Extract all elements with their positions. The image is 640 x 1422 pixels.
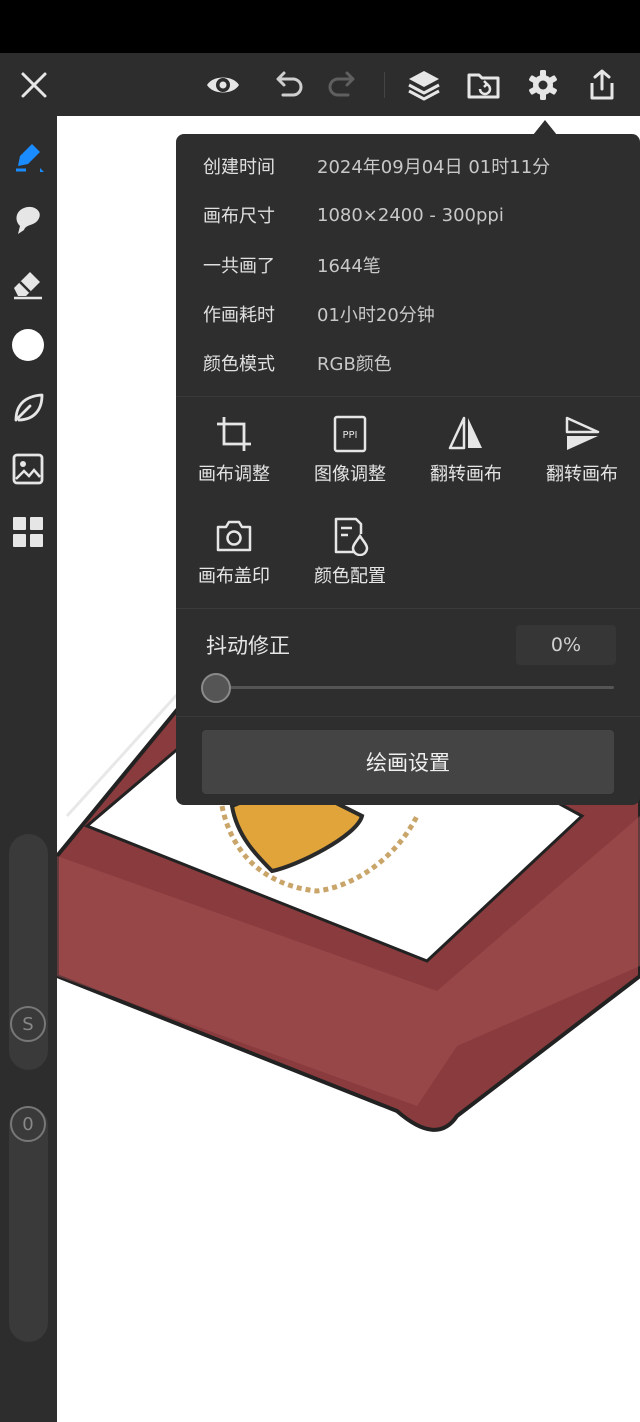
eraser-tool[interactable]	[4, 260, 52, 308]
info-value: 01小时20分钟	[317, 305, 435, 326]
opacity-knob[interactable]: 0	[10, 1106, 46, 1142]
divider	[176, 608, 640, 609]
eye-icon	[207, 77, 239, 92]
ppi-icon-text: PPI	[342, 430, 357, 441]
undo-icon	[276, 71, 303, 96]
info-row-size: 画布尺寸 1080×2400 - 300ppi	[203, 200, 504, 230]
action-label: 画布调整	[198, 464, 270, 485]
top-toolbar	[0, 53, 640, 116]
eraser-icon	[14, 272, 42, 300]
action-label: 颜色配置	[314, 566, 386, 587]
undo-button[interactable]	[263, 53, 315, 116]
image-import-tool[interactable]	[4, 445, 52, 493]
gear-icon	[529, 69, 557, 100]
info-label: 作画耗时	[203, 305, 275, 326]
redo-button[interactable]	[316, 53, 368, 116]
color-swatch-icon	[12, 329, 44, 361]
color-profile-icon	[334, 517, 369, 556]
leaf-icon	[14, 393, 44, 422]
status-bar	[0, 0, 640, 53]
info-label: 一共画了	[203, 256, 275, 277]
flip-vertical-button[interactable]: 翻转画布	[524, 414, 640, 500]
stabilizer-knob[interactable]	[201, 673, 231, 703]
opacity-badge: 0	[22, 1113, 34, 1135]
ppi-icon: PPI	[333, 415, 367, 453]
image-icon	[12, 453, 44, 485]
redo-icon	[328, 71, 355, 96]
crop-icon	[217, 417, 251, 451]
info-label: 颜色模式	[203, 354, 275, 375]
divider	[176, 396, 640, 397]
info-row-strokes: 一共画了 1644笔	[203, 250, 381, 280]
flip-vertical-icon	[565, 416, 600, 450]
info-value: 1080×2400 - 300ppi	[317, 204, 504, 226]
folder-sync-icon	[467, 73, 500, 98]
brush-size-knob[interactable]: S	[10, 1006, 46, 1042]
flip-horizontal-button[interactable]: 翻转画布	[408, 414, 524, 500]
action-label: 翻转画布	[430, 464, 502, 485]
panel-caret	[533, 120, 557, 135]
close-icon	[21, 72, 47, 97]
canvas-stamp-button[interactable]: 画布盖印	[176, 516, 292, 602]
lasso-tool[interactable]	[4, 384, 52, 432]
settings-button[interactable]	[517, 53, 569, 116]
smudge-tool[interactable]	[4, 196, 52, 244]
layers-icon	[408, 70, 440, 100]
stabilizer-value[interactable]: 0%	[516, 625, 616, 665]
color-config-button[interactable]: 颜色配置	[292, 516, 408, 602]
import-button[interactable]	[458, 53, 510, 116]
stabilizer-label: 抖动修正	[206, 634, 290, 658]
close-button[interactable]	[8, 53, 60, 116]
image-adjust-button[interactable]: PPI 图像调整	[292, 414, 408, 500]
divider	[176, 716, 640, 717]
share-icon	[590, 69, 614, 99]
share-button[interactable]	[576, 53, 628, 116]
brush-tool[interactable]	[4, 132, 52, 180]
smudge-icon	[16, 206, 40, 234]
info-row-created: 创建时间 2024年09月04日 01时11分	[203, 151, 550, 181]
tool-sidebar: S 0	[0, 116, 57, 1422]
info-label: 创建时间	[203, 157, 275, 178]
action-label: 画布盖印	[198, 566, 270, 587]
camera-icon	[216, 520, 252, 552]
info-row-color-mode: 颜色模式 RGB颜色	[203, 348, 392, 378]
paint-settings-button[interactable]: 绘画设置	[202, 730, 614, 794]
grid-icon	[13, 517, 43, 547]
info-value: RGB颜色	[317, 354, 392, 375]
stabilizer-slider[interactable]	[216, 686, 614, 689]
info-value: 2024年09月04日 01时11分	[317, 157, 551, 178]
more-tools-button[interactable]	[4, 508, 52, 556]
pen-icon	[16, 144, 44, 172]
info-value: 1644笔	[317, 256, 381, 277]
preview-button[interactable]	[197, 53, 249, 116]
flip-horizontal-icon	[448, 416, 482, 450]
action-label: 图像调整	[314, 464, 386, 485]
info-label: 画布尺寸	[203, 206, 275, 227]
layers-button[interactable]	[398, 53, 450, 116]
toolbar-divider	[384, 72, 385, 98]
action-label: 翻转画布	[546, 464, 618, 485]
info-row-time: 作画耗时 01小时20分钟	[203, 299, 435, 329]
color-picker-button[interactable]	[4, 321, 52, 369]
canvas-info-panel: 创建时间 2024年09月04日 01时11分 画布尺寸 1080×2400 -…	[176, 134, 640, 805]
canvas-adjust-button[interactable]: 画布调整	[176, 414, 292, 500]
size-badge: S	[22, 1013, 34, 1035]
